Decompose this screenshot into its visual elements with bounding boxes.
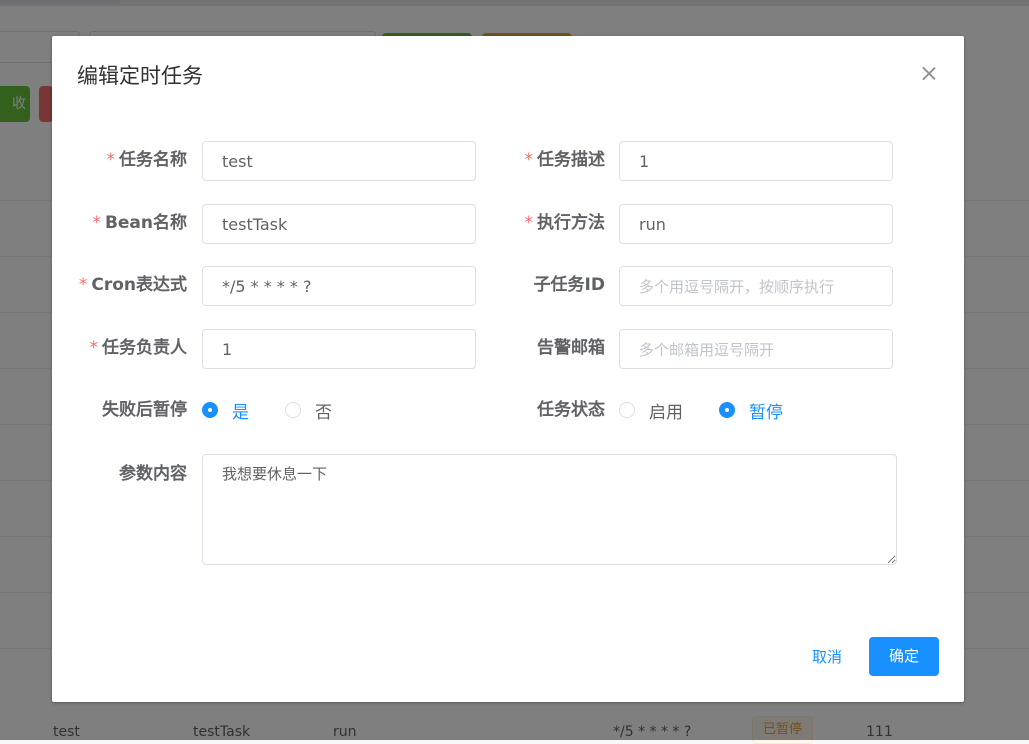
required-mark: * [78, 275, 88, 295]
exec-method-label-text: 执行方法 [537, 213, 605, 233]
radio-label: 启用 [649, 402, 683, 423]
params-label: 参数内容 [119, 464, 187, 484]
close-icon[interactable] [920, 64, 938, 82]
radio-unchecked-icon [619, 402, 635, 418]
task-desc-label: * 任务描述 [445, 140, 606, 180]
bean-name-label: * Bean名称 [27, 203, 187, 243]
confirm-button[interactable]: 确定 [869, 637, 939, 676]
radio-checked-icon [719, 402, 735, 418]
cron-label: * Cron表达式 [27, 265, 187, 305]
sub-task-id-label: 子任务ID [533, 275, 605, 295]
task-desc-input[interactable] [619, 141, 893, 181]
task-status-label: 任务状态 [537, 400, 605, 420]
task-name-input[interactable] [202, 141, 476, 181]
alarm-email-input[interactable] [619, 329, 893, 369]
radio-label: 是 [232, 402, 249, 423]
owner-label-text: 任务负责人 [102, 338, 187, 358]
bean-name-input[interactable] [202, 204, 476, 244]
radio-label: 否 [315, 402, 332, 423]
task-desc-label-text: 任务描述 [537, 150, 605, 170]
task-name-label: * 任务名称 [27, 140, 188, 180]
dialog-title: 编辑定时任务 [77, 64, 203, 88]
alarm-email-label: 告警邮箱 [537, 338, 605, 358]
radio-status-paused[interactable]: 暂停 [719, 398, 783, 423]
radio-pause-yes[interactable]: 是 [202, 398, 249, 423]
owner-label: * 任务负责人 [27, 328, 188, 368]
bean-name-label-text: Bean名称 [104, 213, 187, 233]
radio-pause-no[interactable]: 否 [285, 398, 332, 423]
sub-task-id-input[interactable] [619, 266, 893, 306]
required-mark: * [89, 338, 99, 358]
cron-input[interactable] [202, 266, 476, 306]
task-status-radio-group: 启用 暂停 [619, 390, 819, 430]
owner-input[interactable] [202, 329, 476, 369]
exec-method-input[interactable] [619, 204, 893, 244]
pause-after-fail-label: 失败后暂停 [102, 400, 187, 420]
radio-label: 暂停 [749, 402, 783, 423]
cancel-button[interactable]: 取消 [812, 638, 842, 676]
edit-task-dialog: 编辑定时任务 *任务名称 *任务描述 *Bean名称 *执行方法 *Cron表达… [52, 36, 964, 702]
cron-label-text: Cron表达式 [91, 275, 187, 295]
pause-after-fail-radio-group: 是 否 [202, 390, 368, 430]
required-mark: * [92, 213, 101, 233]
radio-checked-icon [202, 402, 218, 418]
required-mark: * [106, 150, 116, 170]
radio-unchecked-icon [285, 402, 301, 418]
params-textarea[interactable]: 我想要休息一下 [202, 454, 897, 565]
task-name-label-text: 任务名称 [119, 150, 187, 170]
required-mark: * [524, 150, 534, 170]
radio-status-enabled[interactable]: 启用 [619, 398, 683, 423]
exec-method-label: * 执行方法 [445, 203, 606, 243]
required-mark: * [524, 213, 534, 233]
